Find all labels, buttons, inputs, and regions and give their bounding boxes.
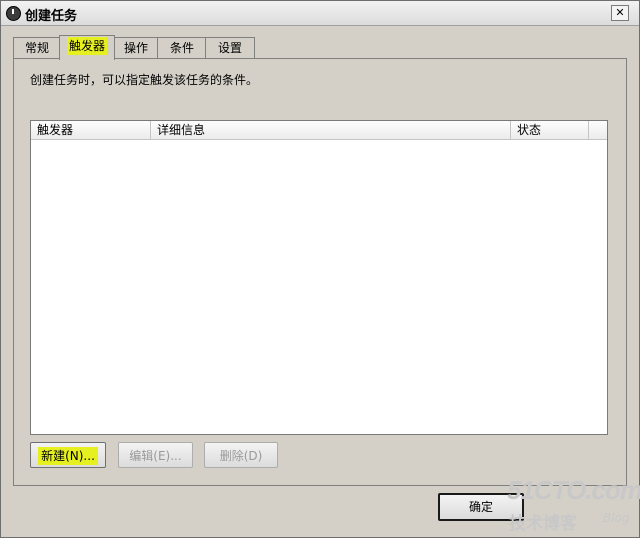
watermark-blog: Blog xyxy=(603,511,630,525)
title-bar[interactable]: 创建任务 ✕ xyxy=(1,1,639,26)
tab-conditions[interactable]: 条件 xyxy=(157,37,207,58)
task-scheduler-icon xyxy=(6,6,21,21)
column-header-status[interactable]: 状态 xyxy=(511,121,589,139)
tab-general[interactable]: 常规 xyxy=(13,37,61,58)
close-button[interactable]: ✕ xyxy=(611,5,629,21)
tab-actions-label: 操作 xyxy=(123,41,148,55)
tab-triggers-label: 触发器 xyxy=(66,37,107,55)
tab-triggers[interactable]: 触发器 xyxy=(59,35,115,60)
delete-trigger-button[interactable]: 删除(D) xyxy=(204,442,278,468)
tab-settings[interactable]: 设置 xyxy=(205,37,255,58)
triggers-list[interactable]: 触发器 详细信息 状态 xyxy=(30,120,608,435)
column-header-details[interactable]: 详细信息 xyxy=(151,121,511,139)
new-trigger-button[interactable]: 新建(N)... xyxy=(30,442,106,468)
window-title: 创建任务 xyxy=(25,9,78,24)
create-task-dialog: 创建任务 ✕ 常规 触发器 操作 条件 设置 创建任务时，可以指定触发该任务的条… xyxy=(0,0,640,538)
triggers-description: 创建任务时，可以指定触发该任务的条件。 xyxy=(30,73,259,87)
tab-settings-label: 设置 xyxy=(217,41,242,55)
new-trigger-label: 新建(N)... xyxy=(38,447,98,465)
list-header: 触发器 详细信息 状态 xyxy=(31,121,607,140)
tab-actions[interactable]: 操作 xyxy=(113,37,159,58)
column-header-trigger[interactable]: 触发器 xyxy=(31,121,151,139)
triggers-panel: 创建任务时，可以指定触发该任务的条件。 触发器 详细信息 状态 新建(N)...… xyxy=(13,58,627,486)
tab-conditions-label: 条件 xyxy=(169,41,194,55)
ok-button[interactable]: 确定 xyxy=(438,493,524,521)
edit-trigger-button[interactable]: 编辑(E)... xyxy=(118,442,193,468)
tab-general-label: 常规 xyxy=(24,41,49,55)
